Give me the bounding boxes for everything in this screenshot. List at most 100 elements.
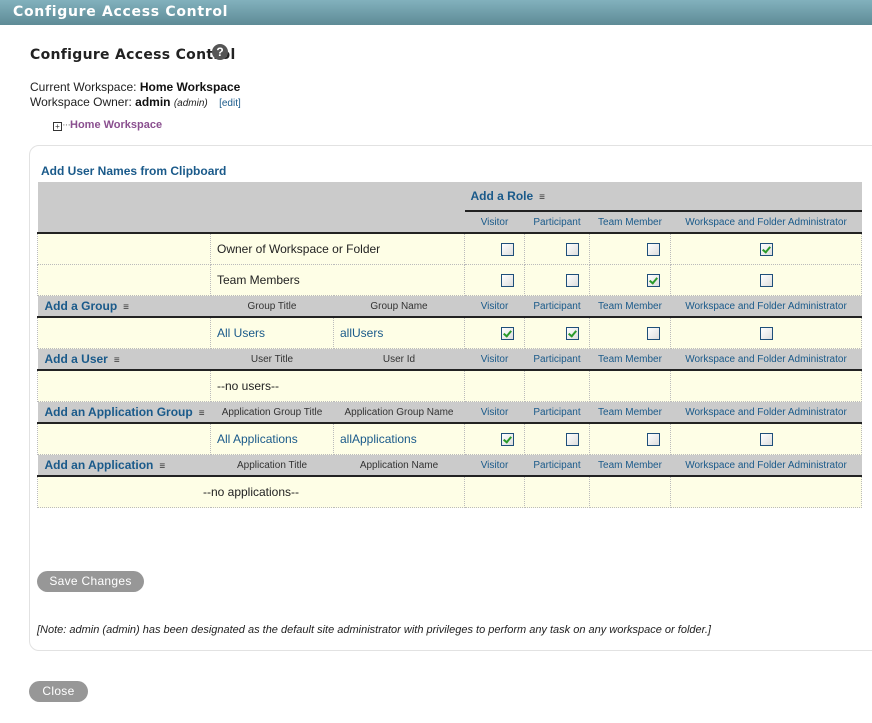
checkbox-allusers-team-member[interactable] [647,327,660,341]
empty-cell [464,475,525,508]
app-group-name-link[interactable]: allApplications [333,422,465,455]
role-header-admin: Workspace and Folder Administrator [670,211,862,234]
checkbox-team-visitor[interactable] [501,274,514,288]
row-spacer [37,264,211,296]
add-user-label: Add a User [44,352,108,366]
role-header-participant: Participant [524,401,590,424]
checkbox-allapps-team-member[interactable] [647,433,660,447]
expand-icon[interactable]: + [53,122,62,131]
add-role-button[interactable]: Add a Role ≡ [464,182,862,212]
group-title-header: Group Title [210,295,334,318]
filter-icon[interactable]: ≡ [199,408,205,419]
filter-icon[interactable]: ≡ [123,302,129,313]
checkbox-allapps-admin[interactable] [759,433,773,447]
checkbox-allapps-visitor[interactable] [501,433,514,447]
checkbox-team-team-member[interactable] [647,274,660,288]
row-spacer [37,422,211,455]
current-workspace-label: Current Workspace: [30,80,137,94]
row-spacer [37,232,211,265]
role-header-admin: Workspace and Folder Administrator [670,401,862,424]
edit-owner-link[interactable]: [edit] [219,98,241,109]
app-group-title-link[interactable]: All Applications [210,422,334,455]
current-workspace-info: Current Workspace: Home Workspace [30,80,240,94]
filter-icon[interactable]: ≡ [539,192,545,203]
role-header-visitor: Visitor [464,454,525,477]
checkbox-allusers-admin[interactable] [759,327,773,341]
role-row-name: Owner of Workspace or Folder [210,232,465,265]
page-title: Configure Access Control [30,47,236,63]
empty-cell [589,475,671,508]
tree-item-home-workspace[interactable]: Home Workspace [70,119,162,131]
group-title-link[interactable]: All Users [210,316,334,349]
checkbox-owner-team-member[interactable] [647,243,660,257]
window-titlebar: Configure Access Control [0,0,872,25]
tree-connector: ··· [62,119,71,131]
owner-value: admin [135,95,171,109]
checkbox-owner-admin[interactable] [759,243,773,257]
role-header-admin: Workspace and Folder Administrator [670,454,862,477]
admin-note: [Note: admin (admin) has been designated… [37,624,711,636]
role-header-team-member: Team Member [589,401,671,424]
filter-icon[interactable]: ≡ [159,461,165,472]
empty-cell [589,369,671,402]
role-header-team-member: Team Member [589,348,671,371]
user-title-header: User Title [210,348,334,371]
role-header-visitor: Visitor [464,348,525,371]
empty-cell [524,369,590,402]
access-control-table: Add a Role ≡ Visitor Participant Team Mem… [37,182,863,508]
add-user-names-from-clipboard-link[interactable]: Add User Names from Clipboard [41,164,226,178]
role-header-visitor: Visitor [464,401,525,424]
close-button[interactable]: Close [29,681,88,702]
add-group-label: Add a Group [44,299,118,313]
user-id-header: User Id [333,348,465,371]
no-users-text: --no users-- [210,369,465,402]
role-row-name: Team Members [210,264,465,296]
app-name-header: Application Name [333,454,465,477]
row-spacer [37,316,211,349]
role-header-team-member: Team Member [589,211,671,234]
role-header-team-member: Team Member [589,295,671,318]
app-group-title-header: Application Group Title [210,401,334,424]
empty-cell [464,369,525,402]
add-application-button[interactable]: Add an Application ≡ [37,454,211,477]
role-header-visitor: Visitor [464,211,525,234]
app-group-name-header: Application Group Name [333,401,465,424]
empty-cell [524,475,590,508]
window-title: Configure Access Control [13,4,229,20]
role-header-admin: Workspace and Folder Administrator [670,348,862,371]
role-header-participant: Participant [524,211,590,234]
table-row: Team Members [37,264,863,296]
table-row: All Applications allApplications [37,422,863,455]
owner-id: (admin) [173,98,208,109]
add-application-label: Add an Application [44,458,154,472]
add-user-button[interactable]: Add a User ≡ [37,348,211,371]
workspace-tree: + ···Home Workspace [53,119,162,131]
add-group-button[interactable]: Add a Group ≡ [37,295,211,318]
workspace-owner-info: Workspace Owner: admin (admin) [edit] [30,95,241,109]
table-row: Owner of Workspace or Folder [37,232,863,265]
checkbox-owner-visitor[interactable] [501,243,514,257]
checkbox-allusers-participant[interactable] [566,327,579,341]
table-row: --no applications-- [37,475,863,508]
role-header-team-member: Team Member [589,454,671,477]
owner-label: Workspace Owner: [30,95,132,109]
checkbox-team-participant[interactable] [566,274,579,288]
app-title-header: Application Title [210,454,334,477]
header-blank [37,182,465,211]
checkbox-allapps-participant[interactable] [566,433,579,447]
group-name-header: Group Name [333,295,465,318]
checkbox-team-admin[interactable] [759,274,773,288]
role-header-participant: Participant [524,348,590,371]
group-name-link[interactable]: allUsers [333,316,465,349]
empty-cell [669,369,863,402]
current-workspace-value: Home Workspace [139,80,241,94]
add-application-group-button[interactable]: Add an Application Group ≡ [37,401,211,424]
checkbox-owner-participant[interactable] [566,243,579,257]
table-row: All Users allUsers [37,316,863,349]
filter-icon[interactable]: ≡ [114,355,120,366]
empty-cell [669,475,863,508]
role-header-admin: Workspace and Folder Administrator [670,295,862,318]
help-icon[interactable]: ? [212,44,228,60]
save-changes-button[interactable]: Save Changes [37,571,144,592]
checkbox-allusers-visitor[interactable] [501,327,514,341]
